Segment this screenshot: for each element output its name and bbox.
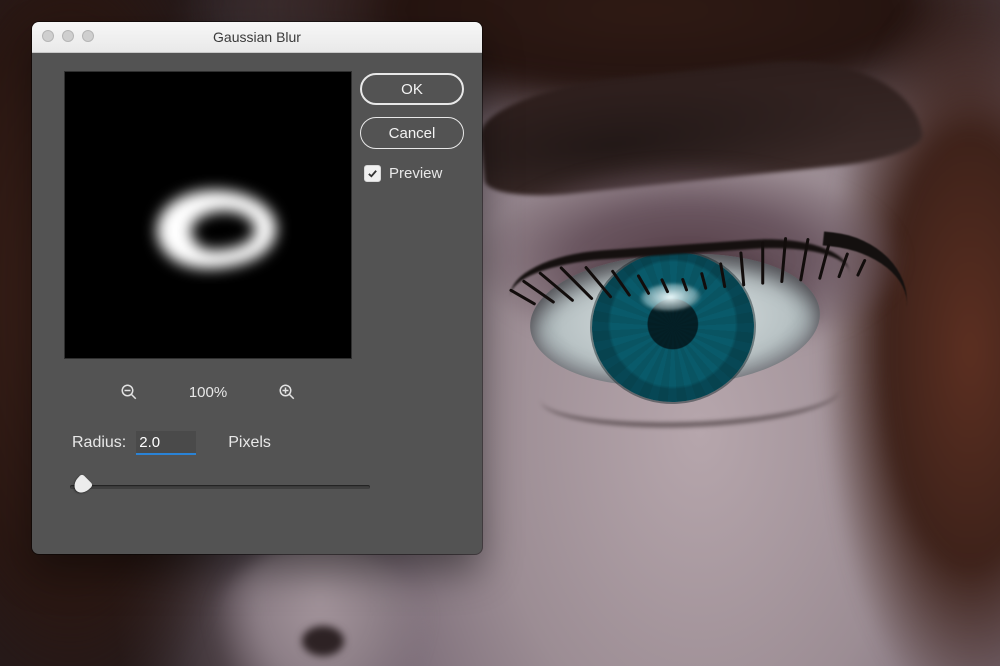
radius-slider[interactable]: [70, 475, 370, 499]
radius-label: Radius:: [72, 434, 126, 452]
ok-button[interactable]: OK: [360, 73, 464, 105]
preview-toggle[interactable]: Preview: [360, 165, 464, 182]
canvas-area: Gaussian Blur 100%: [0, 0, 1000, 666]
preview-label: Preview: [389, 165, 442, 182]
filter-preview[interactable]: [64, 71, 352, 359]
radius-unit-label: Pixels: [228, 434, 271, 452]
preview-checkbox[interactable]: [364, 165, 381, 182]
check-icon: [367, 168, 378, 179]
slider-thumb[interactable]: [71, 474, 94, 497]
zoom-out-button[interactable]: [117, 380, 141, 404]
zoom-out-icon: [120, 383, 138, 401]
zoom-in-icon: [278, 383, 296, 401]
cancel-button[interactable]: Cancel: [360, 117, 464, 149]
window-close-icon[interactable]: [42, 30, 54, 42]
gaussian-blur-dialog: Gaussian Blur 100%: [32, 22, 482, 554]
slider-track: [70, 485, 370, 489]
radius-input[interactable]: [136, 431, 196, 455]
dialog-titlebar[interactable]: Gaussian Blur: [32, 22, 482, 53]
zoom-level-label: 100%: [189, 384, 227, 401]
zoom-in-button[interactable]: [275, 380, 299, 404]
window-minimize-icon[interactable]: [62, 30, 74, 42]
window-controls: [42, 30, 94, 42]
dialog-title: Gaussian Blur: [32, 29, 482, 45]
window-zoom-icon[interactable]: [82, 30, 94, 42]
